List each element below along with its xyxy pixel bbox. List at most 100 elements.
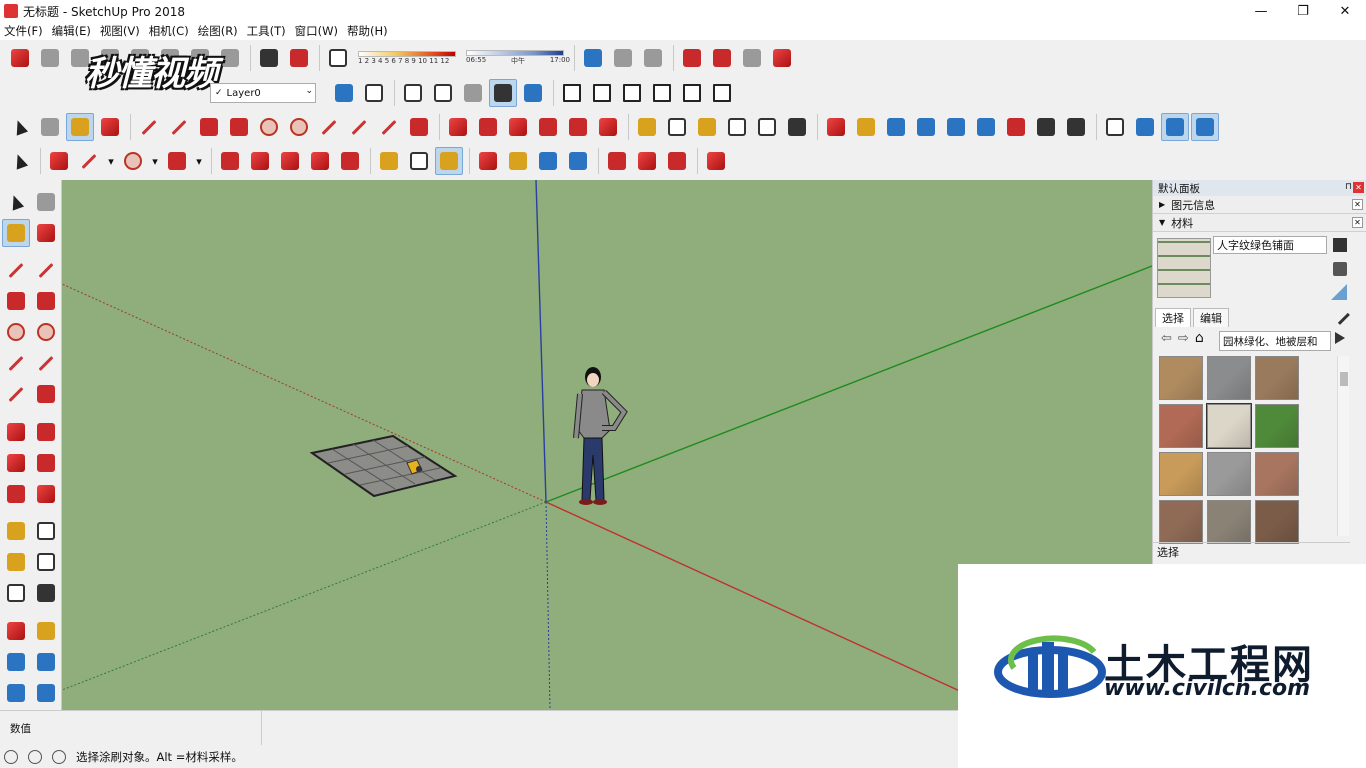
zoom-tool-2[interactable]: [534, 147, 562, 175]
left-zoom-tool[interactable]: [2, 648, 30, 676]
display-section-fill-button[interactable]: [1191, 113, 1219, 141]
forward-icon[interactable]: ⇨: [1178, 331, 1189, 346]
polygon-tool[interactable]: [285, 113, 313, 141]
move-tool-2[interactable]: [276, 147, 304, 175]
shadows-toggle[interactable]: [324, 44, 352, 72]
arc-tool[interactable]: [315, 113, 343, 141]
warehouse-get-button[interactable]: [639, 44, 667, 72]
menu-help[interactable]: 帮助(H): [347, 23, 388, 39]
left-freehand-tool[interactable]: [32, 256, 60, 284]
left-move-tool[interactable]: [2, 418, 30, 446]
trimble-connect-button[interactable]: [738, 44, 766, 72]
menu-draw[interactable]: 绘图(R): [198, 23, 238, 39]
left-zoom-window-tool[interactable]: [32, 648, 60, 676]
material-swatch[interactable]: [1255, 356, 1299, 400]
left-previous-view-tool[interactable]: [32, 679, 60, 707]
tape-measure-tool-2[interactable]: [375, 147, 403, 175]
left-text-tool[interactable]: [32, 548, 60, 576]
left-arc-tool[interactable]: [2, 349, 30, 377]
pan-tool[interactable]: [852, 113, 880, 141]
iso-view-button[interactable]: [558, 79, 586, 107]
left-protractor-tool[interactable]: [2, 548, 30, 576]
left-pie-tool[interactable]: [32, 380, 60, 408]
eyedropper-icon[interactable]: [1330, 305, 1350, 325]
xray-style-button[interactable]: [330, 79, 358, 107]
dimension-tool[interactable]: [663, 113, 691, 141]
section-plane-tool[interactable]: [1101, 113, 1129, 141]
warehouse-button[interactable]: [603, 147, 631, 175]
back-icon[interactable]: ⇦: [1161, 331, 1172, 346]
extension-warehouse-button[interactable]: [678, 44, 706, 72]
left-view-button[interactable]: [708, 79, 736, 107]
left-axes-tool[interactable]: [2, 579, 30, 607]
panel-close-icon[interactable]: ✕: [1352, 217, 1363, 228]
left-pan-tool[interactable]: [32, 617, 60, 645]
paved-surface[interactable]: [309, 434, 458, 498]
new-model-button[interactable]: [6, 44, 34, 72]
display-section-planes-button[interactable]: [1131, 113, 1159, 141]
push-pull-tool-2[interactable]: [216, 147, 244, 175]
shadow-time-slider[interactable]: 06:55 中午 17:00: [466, 46, 570, 70]
component-share-button[interactable]: [708, 44, 736, 72]
tab-select[interactable]: 选择: [1155, 308, 1191, 327]
wireframe-button[interactable]: [399, 79, 427, 107]
orbit-tool-2[interactable]: [474, 147, 502, 175]
menu-tools[interactable]: 工具(T): [247, 23, 286, 39]
left-orbit-tool[interactable]: [2, 617, 30, 645]
back-edges-button[interactable]: [360, 79, 388, 107]
three-point-arc-tool[interactable]: [375, 113, 403, 141]
left-zoom-extents-tool[interactable]: [2, 679, 30, 707]
extension-warehouse-button-2[interactable]: [633, 147, 661, 175]
georeference-icon[interactable]: [4, 750, 18, 764]
offset-tool[interactable]: [594, 113, 622, 141]
extension-manager-button[interactable]: [768, 44, 796, 72]
axes-tool[interactable]: [753, 113, 781, 141]
shadow-date-slider[interactable]: 1 2 3 4 5 6 7 8 9 10 11 12: [358, 46, 456, 70]
minimize-button[interactable]: —: [1240, 0, 1282, 22]
left-push-pull-tool[interactable]: [32, 418, 60, 446]
close-button[interactable]: ✕: [1324, 0, 1366, 22]
hidden-line-button[interactable]: [429, 79, 457, 107]
line-tool-2[interactable]: [75, 147, 103, 175]
paint-bucket-tool-2[interactable]: [435, 147, 463, 175]
tape-measure-tool[interactable]: [633, 113, 661, 141]
rectangle-tool[interactable]: [195, 113, 223, 141]
eraser-tool-2[interactable]: [45, 147, 73, 175]
material-name-field[interactable]: 人字纹绿色铺面: [1213, 236, 1327, 254]
left-tape-measure-tool[interactable]: [2, 517, 30, 545]
tab-edit[interactable]: 编辑: [1193, 308, 1229, 327]
left-scale-tool[interactable]: [2, 480, 30, 508]
zoom-tool[interactable]: [882, 113, 910, 141]
component-tool[interactable]: [36, 113, 64, 141]
material-swatch[interactable]: [1207, 452, 1251, 496]
display-section-cuts-button[interactable]: [1161, 113, 1189, 141]
3d-text-tool[interactable]: [783, 113, 811, 141]
material-swatch[interactable]: [1206, 403, 1252, 449]
left-rotate-tool[interactable]: [2, 449, 30, 477]
scale-tool-2[interactable]: [336, 147, 364, 175]
pin-icon[interactable]: ⊓: [1345, 182, 1352, 192]
material-swatch[interactable]: [1207, 500, 1251, 544]
shaded-textures-button[interactable]: [489, 79, 517, 107]
paint-bucket-tool[interactable]: [66, 113, 94, 141]
left-eraser-tool[interactable]: [32, 219, 60, 247]
material-swatch[interactable]: [1159, 452, 1203, 496]
details-arrow-icon[interactable]: [1335, 332, 1345, 344]
top-view-button[interactable]: [588, 79, 616, 107]
eraser-tool[interactable]: [96, 113, 124, 141]
circle-tool[interactable]: [255, 113, 283, 141]
scroll-thumb[interactable]: [1340, 372, 1348, 386]
maximize-button[interactable]: ❐: [1282, 0, 1324, 22]
ruby-console-button[interactable]: [702, 147, 730, 175]
previous-view-tool[interactable]: [972, 113, 1000, 141]
freehand-tool[interactable]: [165, 113, 193, 141]
material-swatch[interactable]: [1159, 404, 1203, 448]
walk-tool[interactable]: [1062, 113, 1090, 141]
panel-materials[interactable]: ▼ 材料 ✕: [1153, 214, 1366, 232]
left-offset-tool[interactable]: [32, 480, 60, 508]
follow-me-tool[interactable]: [534, 113, 562, 141]
position-camera-tool[interactable]: [1002, 113, 1030, 141]
print-button[interactable]: [255, 44, 283, 72]
left-select-tool[interactable]: [2, 188, 30, 216]
rotated-rectangle-tool[interactable]: [225, 113, 253, 141]
